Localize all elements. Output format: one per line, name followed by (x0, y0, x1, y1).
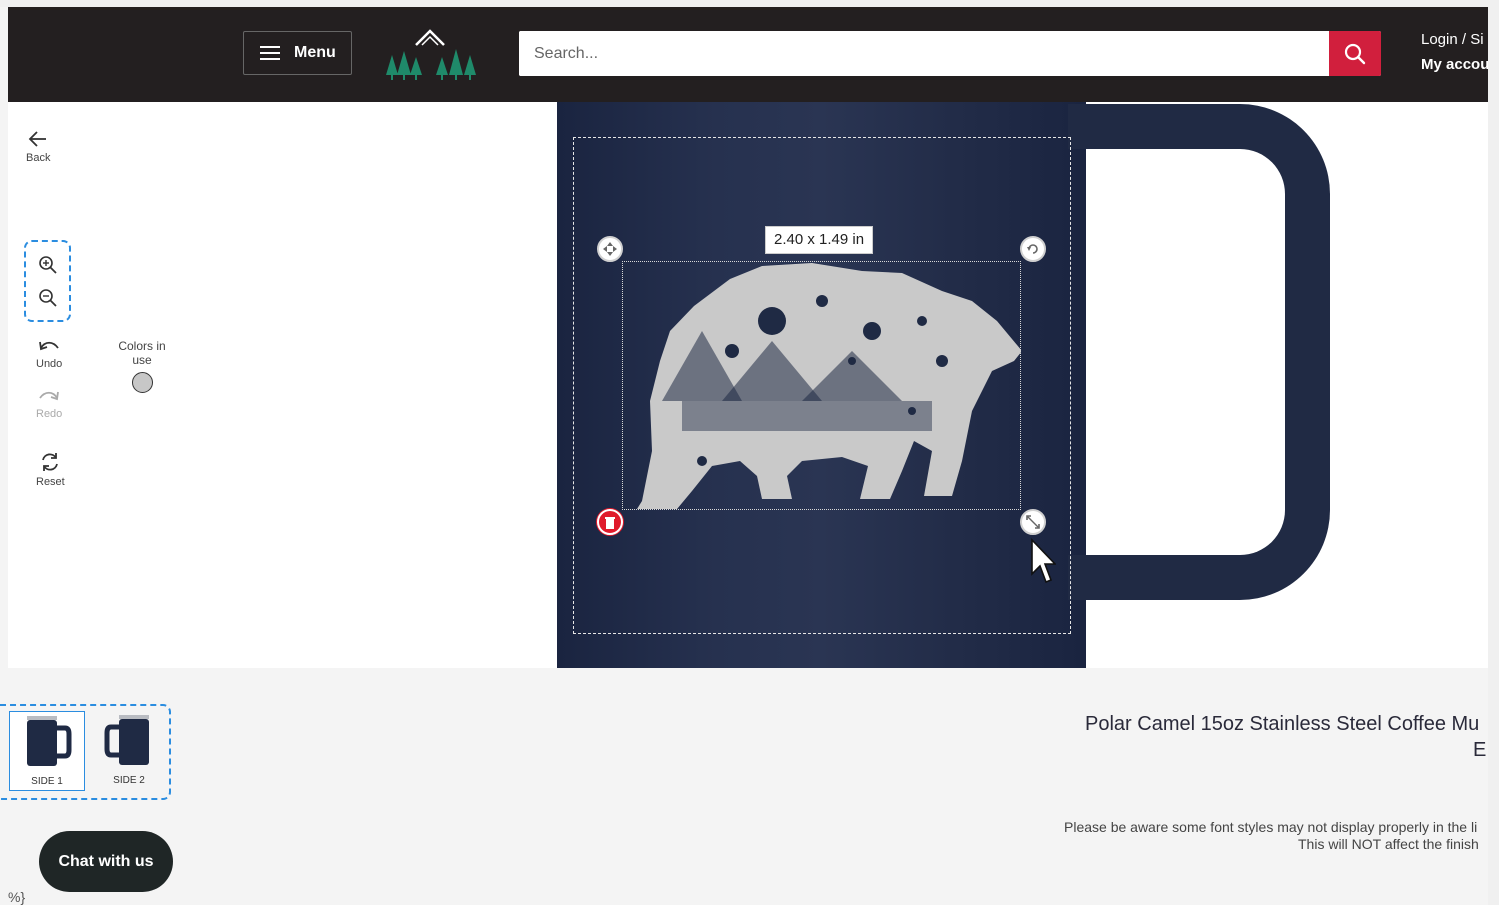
color-swatch[interactable] (132, 372, 153, 393)
redo-icon (39, 391, 60, 401)
rotate-handle[interactable] (1020, 236, 1046, 262)
move-icon (603, 242, 617, 256)
reset-label: Reset (36, 476, 65, 488)
font-notice: Please be aware some font styles may not… (1064, 819, 1478, 835)
side-1-thumbnail[interactable]: SIDE 1 (9, 711, 85, 791)
redo-button[interactable]: Redo (36, 388, 62, 420)
menu-label: Menu (294, 44, 336, 61)
cursor-icon (1031, 538, 1056, 584)
chat-button[interactable]: Chat with us (39, 831, 173, 892)
side-2-thumbnail[interactable]: SIDE 2 (91, 711, 167, 791)
arrow-left-icon (28, 131, 47, 147)
reset-icon (42, 453, 59, 471)
zoom-out-icon[interactable] (38, 288, 58, 308)
chat-label: Chat with us (58, 852, 154, 870)
colors-in-use-label: Colors in use (118, 339, 166, 367)
search-icon (1344, 43, 1366, 64)
zoom-controls (24, 240, 71, 322)
top-strip (0, 0, 1499, 7)
login-link[interactable]: Login / Si (1421, 31, 1484, 48)
undo-label: Undo (36, 358, 63, 370)
back-button[interactable]: Back (26, 130, 50, 164)
menu-button[interactable]: Menu (243, 31, 352, 75)
product-title-line2: E (1473, 739, 1487, 761)
stray-text: %} (8, 889, 26, 905)
back-label: Back (26, 152, 51, 164)
design-canvas: Back Undo Redo Reset Colors in use 2.40 … (8, 102, 1488, 668)
site-header: Menu Login / Si My accou (8, 7, 1488, 102)
font-notice-line2: This will NOT affect the finish (1298, 836, 1479, 852)
mug-thumbnail-icon (104, 715, 149, 765)
delete-handle[interactable] (597, 509, 623, 535)
my-account-link[interactable]: My accou (1421, 56, 1488, 73)
reset-button[interactable]: Reset (36, 452, 65, 488)
undo-icon (39, 341, 59, 351)
side-1-label: SIDE 1 (31, 776, 63, 787)
mug-handle (1068, 104, 1330, 600)
trash-icon (605, 517, 615, 529)
product-title: Polar Camel 15oz Stainless Steel Coffee … (1085, 713, 1480, 735)
move-handle[interactable] (597, 236, 623, 262)
redo-label: Redo (36, 408, 63, 420)
scroll-edge (1488, 0, 1499, 905)
resize-icon (1026, 515, 1040, 529)
mug-thumbnail-icon (27, 716, 72, 766)
hamburger-icon (260, 46, 280, 60)
search-button[interactable] (1329, 31, 1381, 76)
search-bar (519, 31, 1381, 76)
zoom-in-icon[interactable] (38, 255, 58, 275)
rotate-icon (1027, 244, 1038, 254)
resize-handle[interactable] (1020, 509, 1046, 535)
selection-box (622, 261, 1021, 510)
size-badge: 2.40 x 1.49 in (765, 226, 874, 254)
logo-icon[interactable] (382, 25, 482, 81)
side-2-label: SIDE 2 (113, 775, 145, 786)
search-input[interactable] (519, 31, 1329, 76)
undo-button[interactable]: Undo (36, 338, 62, 370)
